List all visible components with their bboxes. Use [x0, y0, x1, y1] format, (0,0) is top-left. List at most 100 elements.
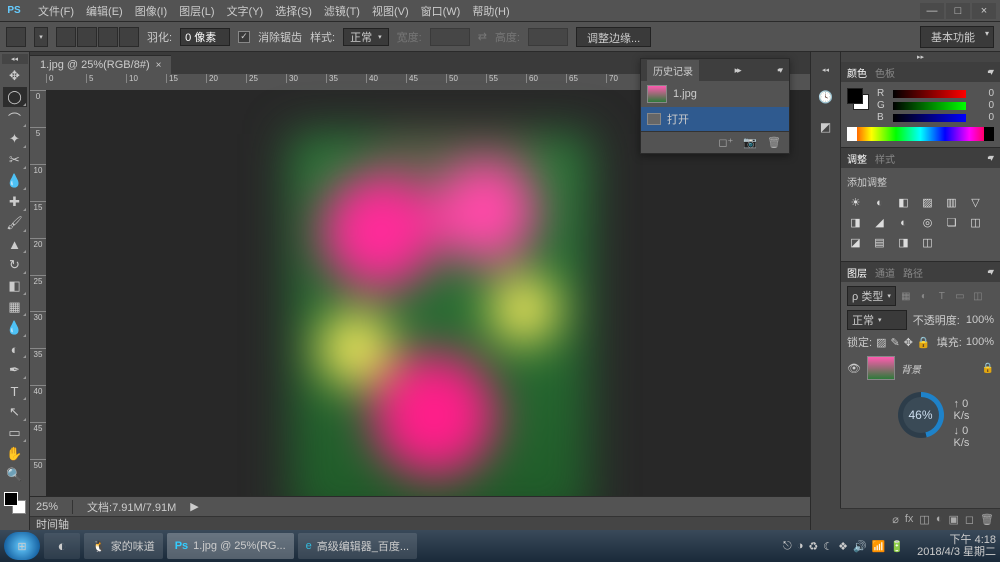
- tray-icon[interactable]: ◑: [797, 540, 804, 552]
- layers-tab[interactable]: 图层: [847, 265, 867, 280]
- menu-layer[interactable]: 图层(L): [173, 1, 220, 21]
- history-new-doc-icon[interactable]: ◻⁺: [718, 136, 733, 149]
- workspace-switcher[interactable]: 基本功能: [920, 26, 994, 48]
- menu-filter[interactable]: 滤镜(T): [318, 1, 366, 21]
- selection-subtract-icon[interactable]: [98, 27, 118, 47]
- pen-tool[interactable]: ✒: [3, 360, 27, 380]
- maximize-button[interactable]: □: [946, 3, 970, 19]
- adjustment-icon[interactable]: ▽: [967, 195, 984, 210]
- layer-fx-icon[interactable]: fx: [905, 513, 914, 526]
- history-panel[interactable]: 历史记录 ▸▸ ▪▾ 1.jpg 打开 ◻⁺ 📷 🗑: [640, 58, 790, 154]
- menu-help[interactable]: 帮助(H): [466, 1, 515, 21]
- menu-file[interactable]: 文件(F): [32, 1, 80, 21]
- ruler-vertical[interactable]: 05101520253035404550: [30, 90, 46, 496]
- eraser-tool[interactable]: ◧: [3, 276, 27, 296]
- adjustment-icon[interactable]: ◐: [895, 215, 912, 230]
- tray-network-icon[interactable]: 📶: [872, 540, 886, 553]
- refine-edge-button[interactable]: 调整边缘...: [576, 27, 651, 47]
- layer-thumbnail[interactable]: [867, 356, 895, 380]
- menu-edit[interactable]: 编辑(E): [80, 1, 129, 21]
- document-tab[interactable]: 1.jpg @ 25%(RGB/8#) ×: [30, 55, 171, 74]
- adjustment-icon[interactable]: ◫: [919, 235, 936, 250]
- gradient-tool[interactable]: ▦: [3, 297, 27, 317]
- style-select[interactable]: 正常▾: [343, 28, 389, 46]
- history-collapse[interactable]: ▸▸: [733, 65, 742, 76]
- feather-input[interactable]: [180, 28, 230, 46]
- adjustment-icon[interactable]: ▥: [943, 195, 960, 210]
- taskbar-item-1[interactable]: 🐧家的味道: [84, 533, 163, 559]
- path-tool[interactable]: ↖: [3, 402, 27, 422]
- adjustment-icon[interactable]: ▤: [871, 235, 888, 250]
- tray-volume-icon[interactable]: 🔊: [853, 540, 867, 553]
- styles-tab[interactable]: 样式: [875, 151, 895, 166]
- start-button[interactable]: ⊞: [4, 532, 40, 560]
- fill-value[interactable]: 100%: [966, 336, 994, 348]
- adjustment-icon[interactable]: ◨: [895, 235, 912, 250]
- tray-battery-icon[interactable]: 🔋: [890, 540, 904, 553]
- zoom-level[interactable]: 25%: [36, 501, 58, 513]
- dock-properties-icon[interactable]: ◩: [816, 118, 836, 136]
- selection-new-icon[interactable]: [56, 27, 76, 47]
- tool-preset-dropdown[interactable]: ▾: [34, 27, 48, 47]
- filter-pixel-icon[interactable]: ▦: [898, 289, 914, 303]
- filter-type-icon[interactable]: T: [934, 289, 950, 303]
- color-tab[interactable]: 颜色: [847, 65, 867, 80]
- type-tool[interactable]: T: [3, 381, 27, 401]
- adjustment-icon[interactable]: ◧: [895, 195, 912, 210]
- layer-name[interactable]: 背景: [901, 361, 921, 376]
- menu-select[interactable]: 选择(S): [269, 1, 318, 21]
- history-tab[interactable]: 历史记录: [647, 60, 699, 81]
- b-value[interactable]: 0: [972, 112, 994, 123]
- selection-add-icon[interactable]: [77, 27, 97, 47]
- layers-panel-menu[interactable]: ▪▾: [985, 267, 994, 278]
- g-slider[interactable]: [893, 102, 966, 110]
- color-panel-menu[interactable]: ▪▾: [985, 67, 994, 78]
- marquee-tool[interactable]: ◯: [3, 87, 27, 107]
- crop-tool[interactable]: ✂: [3, 150, 27, 170]
- r-value[interactable]: 0: [972, 88, 994, 99]
- layer-mask-icon[interactable]: ◫: [919, 513, 929, 526]
- blur-tool[interactable]: 💧: [3, 318, 27, 338]
- channels-tab[interactable]: 通道: [875, 265, 895, 280]
- menu-view[interactable]: 视图(V): [366, 1, 415, 21]
- move-tool[interactable]: ✥: [3, 66, 27, 86]
- delete-layer-icon[interactable]: 🗑: [980, 513, 994, 526]
- magic-wand-tool[interactable]: ✦: [3, 129, 27, 149]
- b-slider[interactable]: [893, 114, 966, 122]
- eyedropper-tool[interactable]: 💧: [3, 171, 27, 191]
- opacity-value[interactable]: 100%: [966, 314, 994, 326]
- filter-shape-icon[interactable]: ▭: [952, 289, 968, 303]
- history-brush-tool[interactable]: ↻: [3, 255, 27, 275]
- dock-collapse[interactable]: ◂◂: [813, 66, 839, 74]
- taskbar-item-3[interactable]: e高级编辑器_百度...: [298, 533, 417, 559]
- adjustment-icon[interactable]: ◨: [847, 215, 864, 230]
- layer-row[interactable]: 👁 背景 🔒: [841, 352, 1000, 384]
- tray-icon[interactable]: ⎋: [783, 540, 792, 553]
- lasso-tool[interactable]: ⌒: [3, 108, 27, 128]
- paths-tab[interactable]: 路径: [903, 265, 923, 280]
- lock-pos-icon[interactable]: ✥: [904, 336, 913, 349]
- layer-filter-kind[interactable]: ρ 类型: [847, 286, 896, 306]
- canvas-image[interactable]: [290, 134, 590, 496]
- fg-swatch[interactable]: [847, 88, 863, 104]
- clock[interactable]: 下午 4:18 2018/4/3 星期二: [917, 534, 996, 558]
- menu-type[interactable]: 文字(Y): [221, 1, 270, 21]
- shape-tool[interactable]: ▭: [3, 423, 27, 443]
- status-caret[interactable]: ▶: [190, 500, 198, 513]
- dodge-tool[interactable]: ◐: [3, 339, 27, 359]
- adjustments-tab[interactable]: 调整: [847, 151, 867, 166]
- minimize-button[interactable]: —: [920, 3, 944, 19]
- lock-pixel-icon[interactable]: ✎: [890, 336, 899, 349]
- antialias-checkbox[interactable]: ✓: [238, 31, 250, 43]
- history-snapshot[interactable]: 1.jpg: [641, 81, 789, 107]
- swatches-tab[interactable]: 色板: [875, 65, 895, 80]
- toolbox-collapse[interactable]: ◂◂: [2, 54, 28, 64]
- adjustment-icon[interactable]: ❏: [943, 215, 960, 230]
- adjustment-icon[interactable]: ◢: [871, 215, 888, 230]
- tray-icon[interactable]: ☾: [823, 540, 833, 553]
- history-step[interactable]: 打开: [641, 107, 789, 131]
- right-panels-collapse[interactable]: ▸▸: [841, 52, 1000, 62]
- new-fill-icon[interactable]: ◐: [936, 513, 943, 526]
- healing-brush-tool[interactable]: ✚: [3, 192, 27, 212]
- layer-visibility-icon[interactable]: 👁: [847, 362, 861, 375]
